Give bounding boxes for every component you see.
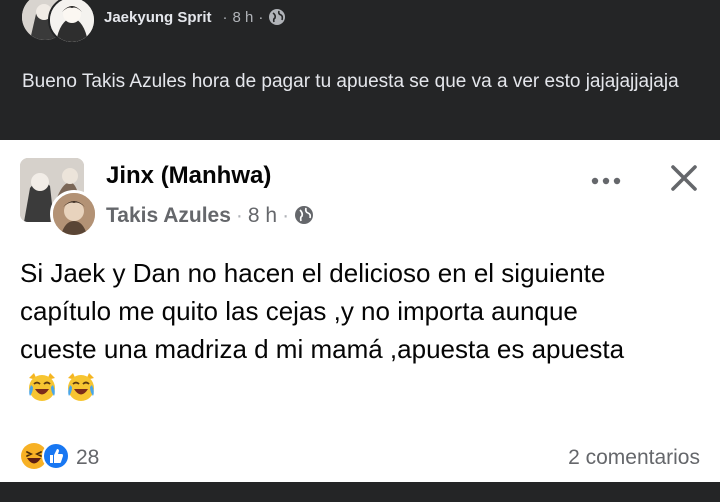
reactions-summary[interactable]: 28	[20, 441, 100, 475]
bottom-divider	[0, 482, 720, 502]
page-name[interactable]: Jinx (Manhwa)	[106, 162, 271, 190]
post-footer: 28 2 comentarios	[20, 438, 700, 478]
comments-count-link[interactable]: 2 comentarios	[568, 446, 700, 470]
emoji-group	[26, 372, 97, 412]
original-post-header: Jaekyung Sprit · 8 h ·	[22, 0, 286, 44]
original-post-text: Bueno Takis Azules hora de pagar tu apue…	[22, 71, 679, 92]
reaction-count: 28	[76, 446, 100, 469]
shared-post-card: Jinx (Manhwa) Takis Azules · 8 h · Si Ja…	[0, 140, 720, 482]
shared-post-text: Si Jaek y Dan no hacen el delicioso en e…	[20, 254, 660, 412]
shared-post-body: Si Jaek y Dan no hacen el delicioso en e…	[20, 258, 625, 364]
original-post: Jaekyung Sprit · 8 h · Bueno Takis Azule…	[0, 0, 720, 140]
avatar[interactable]	[22, 0, 96, 44]
separator-dot: ·	[235, 204, 243, 227]
author-avatar-image	[50, 190, 98, 238]
separator-dot: ·	[282, 204, 290, 227]
separator-dot: ·	[258, 8, 264, 26]
shared-post-meta: Takis Azules · 8 h ·	[106, 204, 314, 228]
more-options-icon[interactable]	[588, 166, 624, 196]
avatar-front	[48, 0, 96, 44]
shared-post-header: Jinx (Manhwa) Takis Azules · 8 h ·	[20, 158, 700, 238]
shared-post-time[interactable]: 8 h	[248, 204, 277, 228]
author-name[interactable]: Jaekyung Sprit	[104, 9, 212, 26]
close-icon[interactable]	[664, 158, 704, 198]
like-reaction-icon	[42, 441, 70, 475]
globe-icon	[268, 8, 286, 26]
crying-laughing-cat-icon	[65, 373, 97, 408]
crying-laughing-cat-icon	[26, 373, 65, 408]
page-avatar[interactable]	[20, 158, 98, 238]
post-time[interactable]: 8 h	[233, 9, 254, 26]
separator-dot: ·	[222, 8, 228, 26]
shared-author-name[interactable]: Takis Azules	[106, 204, 231, 228]
original-post-meta: Jaekyung Sprit · 8 h ·	[104, 8, 286, 26]
globe-icon	[294, 204, 314, 228]
